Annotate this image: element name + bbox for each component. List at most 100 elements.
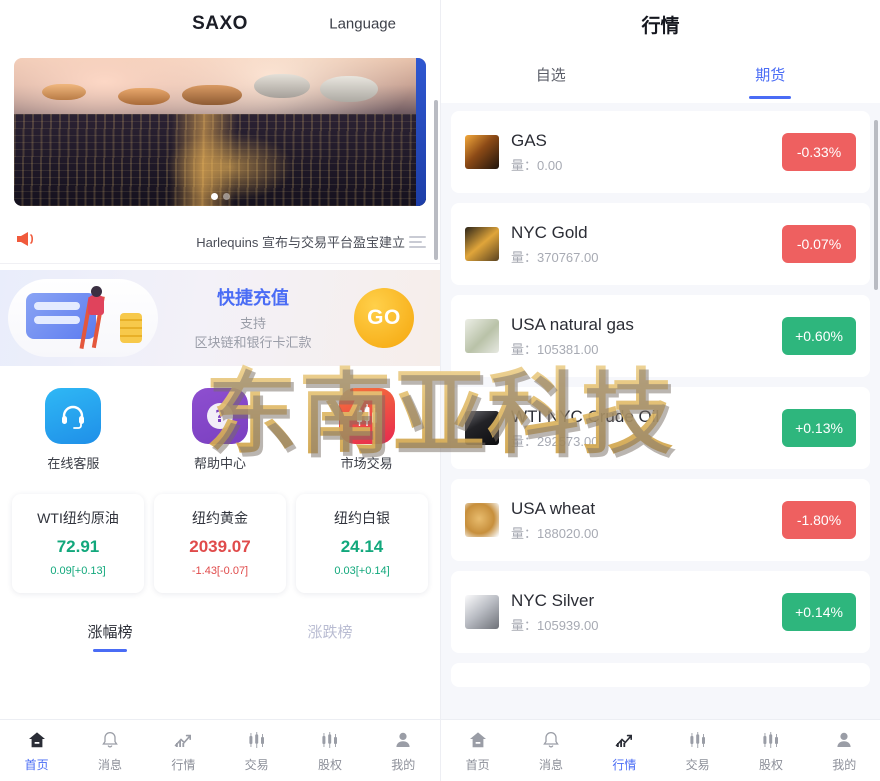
market-item-volume: 量：105381.00 [511,342,599,358]
nav-item-label: 股权 [317,757,342,772]
notice-text: Harlequins 宣布与交易平台盈宝建立 [196,235,405,250]
market-item-info: USA natural gas 量：105381.00 [511,314,782,359]
tab-futures[interactable]: 期货 [661,48,880,99]
market-list-item[interactable]: USA natural gas 量：105381.00 +0.60% [451,295,870,377]
candlestick-icon [760,729,782,751]
nav-item-label: 股权 [758,757,783,772]
price-card-value: 72.91 [56,537,100,556]
market-list-item[interactable]: WTI NYC Crude Oil 量：292573.00 +0.13% [451,387,870,469]
change-badge: +0.14% [782,593,856,631]
recharge-banner[interactable]: 快捷充值 支持 区块链和银行卡汇款 GO [0,270,440,366]
carousel-dots[interactable] [14,193,426,200]
price-card-change: -1.43[-0.07] [191,565,249,577]
price-card-name: 纽约黄金 [192,510,248,526]
app-screen: SAXO Language Harlequins 宣布与交易平台盈宝建立 快捷充… [0,0,880,781]
change-badge: +0.13% [782,409,856,447]
change-badge: -1.80% [782,501,856,539]
left-bottom-nav: 首页 消息 行情 交易 股权 我的 [0,719,440,781]
notice-bar[interactable]: Harlequins 宣布与交易平台盈宝建立 [0,220,440,264]
market-tabs: 自选 期货 [441,48,880,103]
left-panel-home: SAXO Language Harlequins 宣布与交易平台盈宝建立 快捷充… [0,0,440,781]
carousel-dot-2[interactable] [222,193,230,200]
nav-item-label: 行情 [612,757,637,772]
candlestick-icon [319,729,341,751]
nav-item-home[interactable]: 首页 [0,720,73,781]
crude-oil-thumbnail [465,411,499,445]
gold-thumbnail [465,227,499,261]
nav-item-label: 我的 [832,757,857,772]
market-item-volume: 量：292573.00 [511,434,599,450]
price-card-name: WTI纽约原油 [37,510,119,526]
recharge-title: 快捷充值 [217,287,289,308]
market-list-item-partial[interactable] [451,663,870,687]
market-item-volume: 量：370767.00 [511,250,599,266]
market-item-name: GAS [511,130,547,150]
market-item-info: WTI NYC Crude Oil 量：292573.00 [511,406,782,451]
price-card-wti[interactable]: WTI纽约原油 72.91 0.09[+0.13] [12,494,144,593]
nav-item-trade[interactable]: 交易 [661,720,734,781]
recharge-go-button[interactable]: GO [354,288,414,348]
candlestick-icon [246,729,268,751]
market-list-item[interactable]: USA wheat 量：188020.00 -1.80% [451,479,870,561]
nav-item-mine[interactable]: 我的 [808,720,880,781]
change-badge: -0.33% [782,133,856,171]
bell-icon [99,729,121,751]
coin-graphic [182,85,242,105]
rank-tab-movers[interactable]: 涨跌榜 [220,611,440,654]
right-header: 行情 [441,0,880,48]
market-item-name: NYC Gold [511,222,588,242]
carousel-dot-1[interactable] [210,193,218,200]
market-item-name: USA natural gas [511,314,634,334]
market-list[interactable]: GAS 量：0.00 -0.33% NYC Gold 量：370767.00 -… [441,103,880,709]
nav-item-equity[interactable]: 股权 [293,720,366,781]
market-list-item[interactable]: GAS 量：0.00 -0.33% [451,111,870,193]
gas-thumbnail [465,135,499,169]
bell-icon [540,729,562,751]
left-scroll-area[interactable]: Harlequins 宣布与交易平台盈宝建立 快捷充值 支持 区块链和银行卡汇款 [0,48,440,728]
nav-item-market[interactable]: 行情 [147,720,220,781]
nav-item-equity[interactable]: 股权 [734,720,807,781]
nav-item-home[interactable]: 首页 [441,720,514,781]
list-icon[interactable] [409,235,426,248]
recharge-subtitle-line1: 支持 [239,315,266,331]
nav-item-label: 交易 [244,757,269,772]
price-card-silver[interactable]: 纽约白银 24.14 0.03[+0.14] [296,494,428,593]
quick-action-market-trade[interactable]: 市场交易 [293,388,440,472]
candlestick-icon [687,729,709,751]
left-scrollbar[interactable] [434,100,438,260]
recharge-illustration [8,279,158,357]
language-selector[interactable]: Language [329,16,396,33]
quick-action-label: 帮助中心 [194,456,247,471]
market-item-info: USA wheat 量：188020.00 [511,498,782,543]
right-scrollbar[interactable] [874,120,878,290]
quick-action-help-center[interactable]: ? 帮助中心 [147,388,294,472]
tab-watchlist[interactable]: 自选 [441,48,661,99]
price-card-gold[interactable]: 纽约黄金 2039.07 -1.43[-0.07] [154,494,286,593]
hero-carousel-wrapper [0,48,440,206]
rank-tab-gainers[interactable]: 涨幅榜 [0,611,220,654]
market-item-info: NYC Silver 量：105939.00 [511,590,782,635]
nav-item-mine[interactable]: 我的 [367,720,440,781]
nav-item-messages[interactable]: 消息 [73,720,146,781]
coin-graphic [320,76,378,102]
silver-thumbnail [465,595,499,629]
user-icon [392,729,414,751]
headset-icon [45,388,102,444]
user-icon [833,729,855,751]
carousel-next-slide-edge[interactable] [416,58,426,206]
hero-carousel[interactable] [14,58,426,206]
home-icon [467,729,489,751]
quick-action-online-service[interactable]: 在线客服 [0,388,147,472]
change-badge [782,669,856,687]
nav-item-market[interactable]: 行情 [588,720,661,781]
market-item-info: NYC Gold 量：370767.00 [511,222,782,267]
market-item-volume: 量：0.00 [511,158,563,174]
nav-item-label: 首页 [465,757,490,772]
price-cards-row: WTI纽约原油 72.91 0.09[+0.13] 纽约黄金 2039.07 -… [0,486,440,607]
nav-item-messages[interactable]: 消息 [514,720,587,781]
quick-action-label: 市场交易 [340,456,393,471]
nav-item-trade[interactable]: 交易 [220,720,293,781]
home-icon [26,729,48,751]
market-list-item[interactable]: NYC Silver 量：105939.00 +0.14% [451,571,870,653]
market-list-item[interactable]: NYC Gold 量：370767.00 -0.07% [451,203,870,285]
